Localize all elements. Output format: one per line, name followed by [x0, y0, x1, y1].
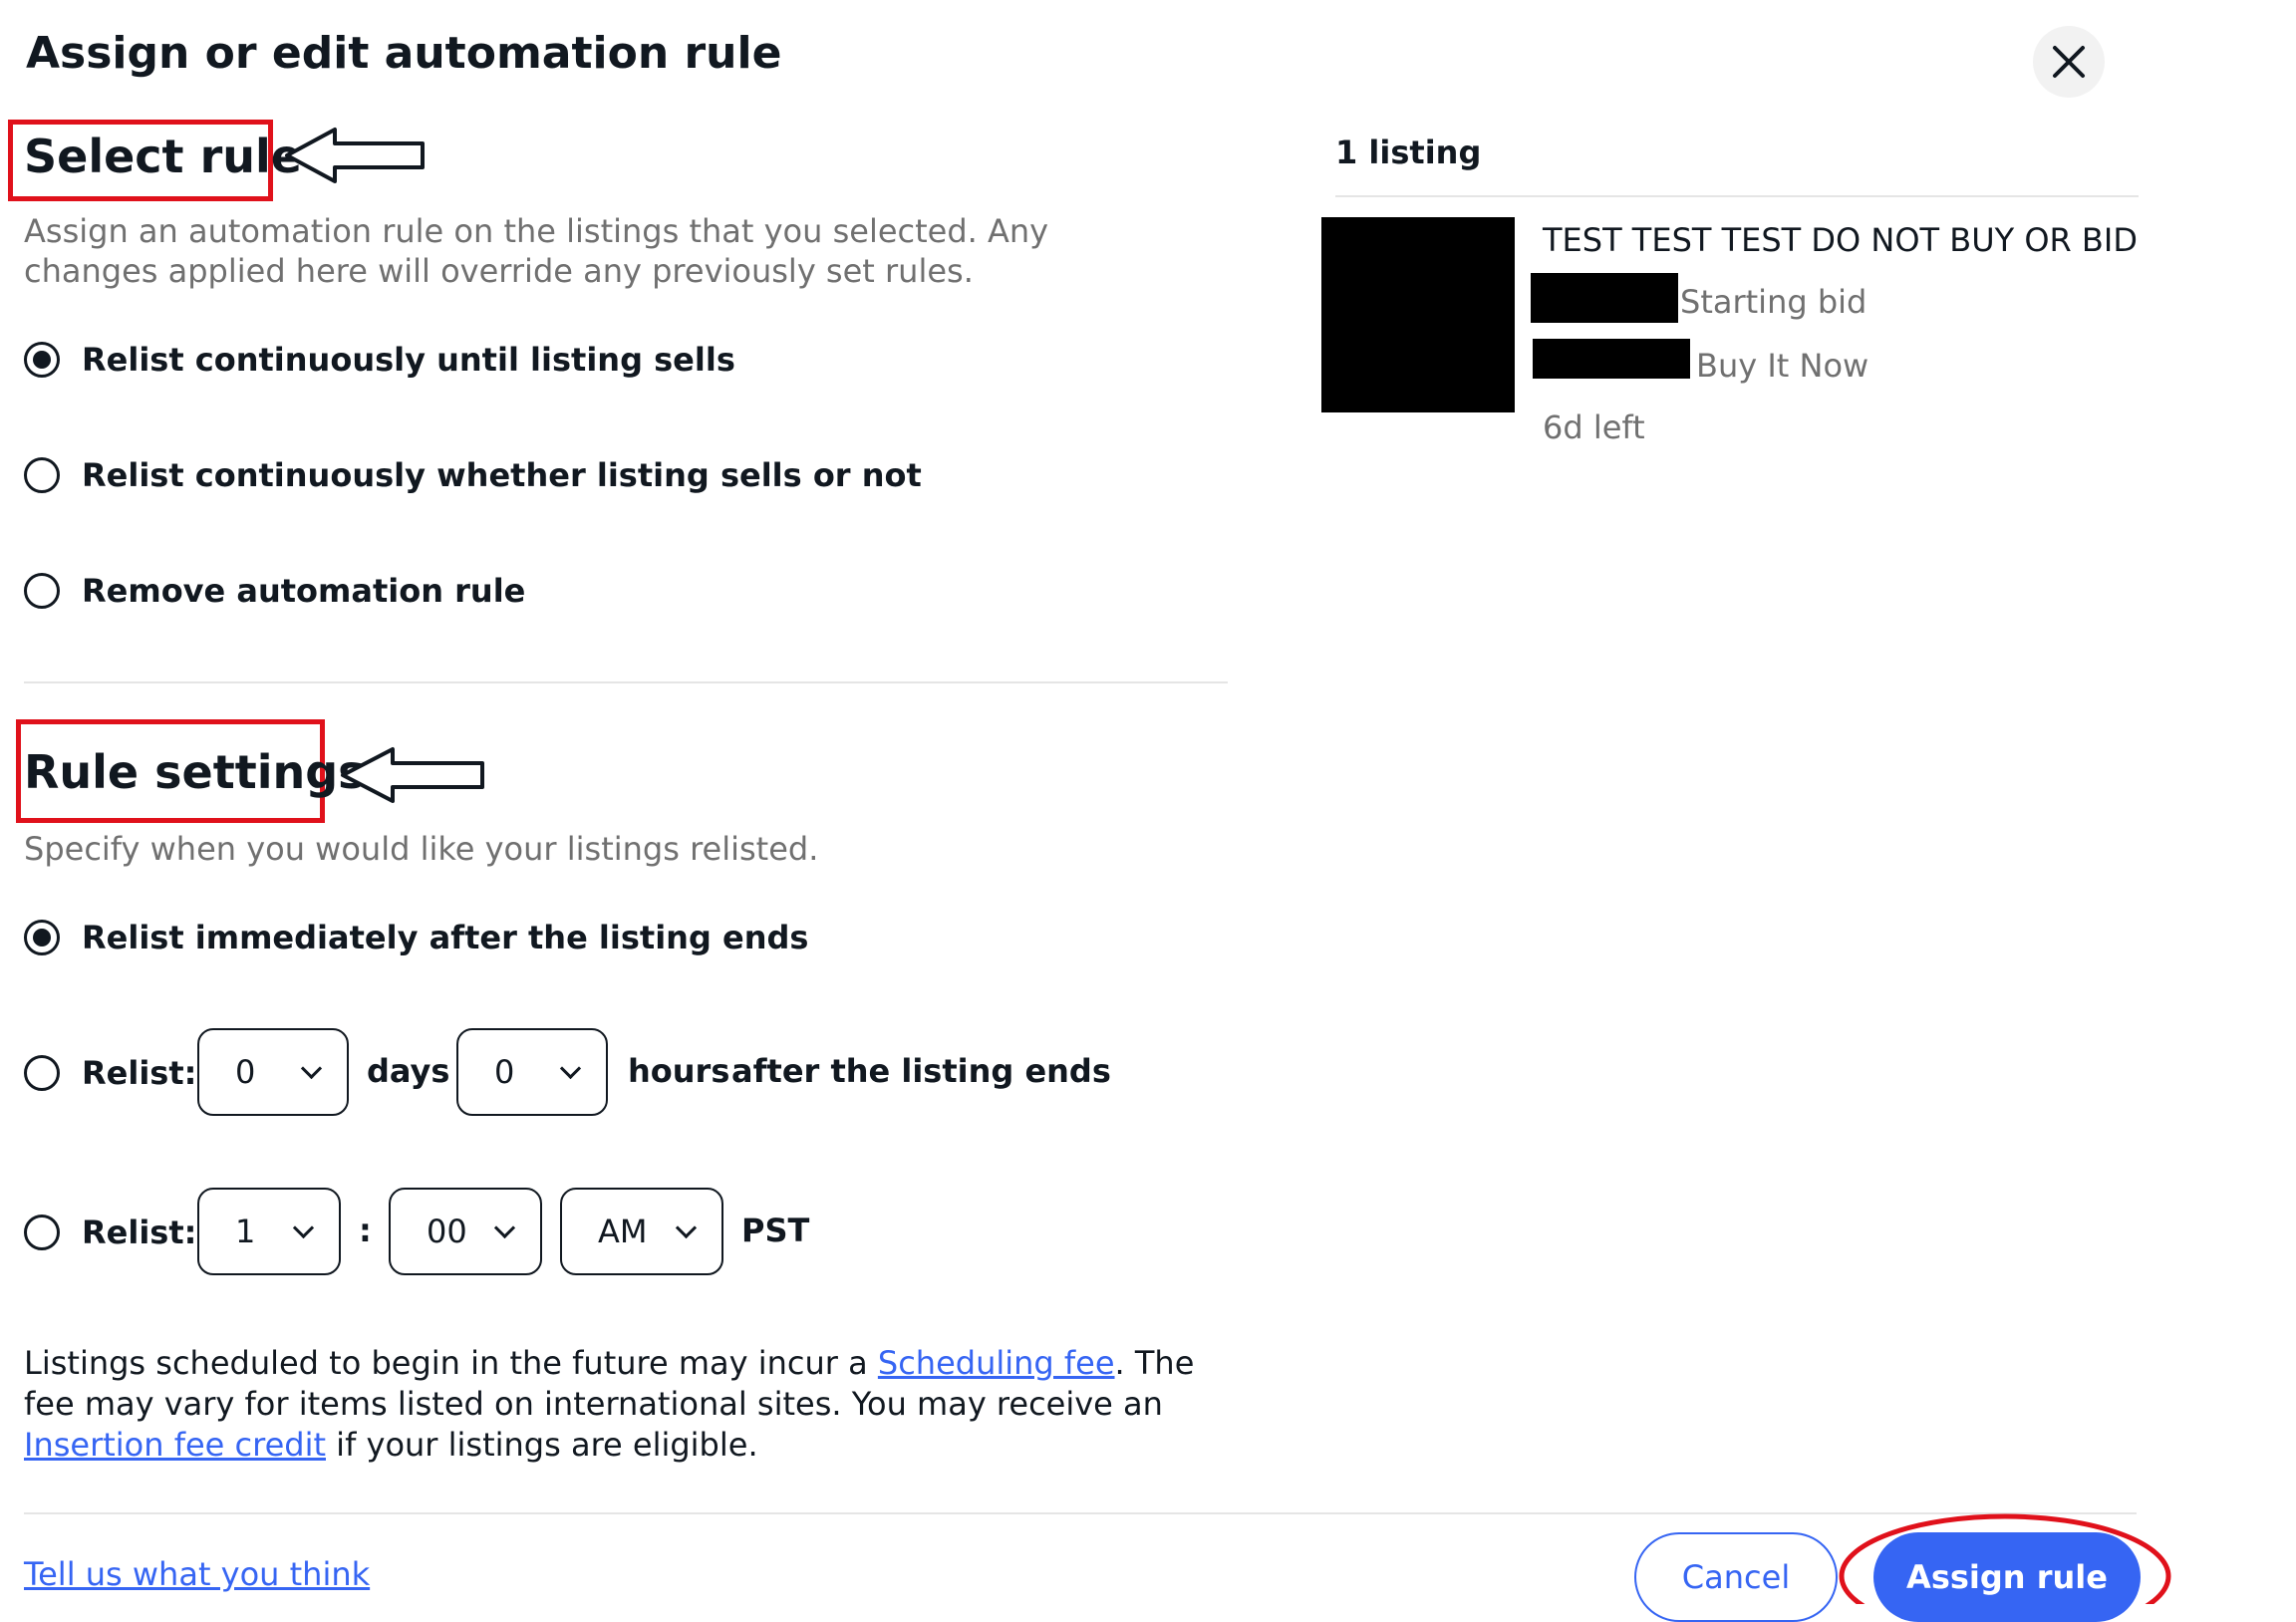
section-divider	[24, 681, 1228, 683]
relist-label: Relist:	[82, 1214, 197, 1251]
annotation-arrow-icon	[285, 128, 425, 183]
annotation-arrow-icon	[341, 747, 484, 803]
minute-select[interactable]: 00	[389, 1188, 542, 1275]
relist-label: Relist:	[82, 1054, 197, 1092]
dialog-title: Assign or edit automation rule	[26, 28, 782, 79]
radio-button[interactable]	[24, 573, 60, 609]
starting-bid-price-redacted	[1531, 273, 1678, 323]
scheduling-fee-link[interactable]: Scheduling fee	[878, 1344, 1115, 1382]
annotation-ellipse-icon	[1839, 1513, 2171, 1604]
days-select-value: 0	[235, 1053, 256, 1091]
time-separator: :	[359, 1212, 372, 1249]
hours-select-value: 0	[494, 1053, 515, 1091]
hours-label: hours	[628, 1052, 730, 1090]
ampm-select[interactable]: AM	[560, 1188, 723, 1275]
rule-settings-description: Specify when you would like your listing…	[24, 830, 819, 868]
close-button[interactable]	[2033, 26, 2105, 98]
chevron-down-icon	[675, 1216, 698, 1238]
select-rule-heading: Select rule	[24, 130, 302, 183]
hour-select-value: 1	[235, 1213, 256, 1250]
rule-option-remove[interactable]: Remove automation rule	[24, 572, 525, 610]
select-rule-description: Assign an automation rule on the listing…	[24, 212, 1049, 290]
radio-button[interactable]	[24, 1055, 60, 1091]
rule-option-relist-whether-sells[interactable]: Relist continuously whether listing sell…	[24, 456, 922, 494]
setting-option-relist-time[interactable]: Relist:	[24, 1214, 196, 1251]
fee-note-text: if your listings are eligible.	[326, 1426, 758, 1464]
listing-title[interactable]: TEST TEST TEST DO NOT BUY OR BID	[1543, 221, 2138, 259]
after-listing-ends-label: after the listing ends	[731, 1052, 1111, 1090]
days-label: days	[367, 1052, 450, 1090]
time-left: 6d left	[1543, 408, 1645, 446]
fee-note: Listings scheduled to begin in the futur…	[24, 1343, 1230, 1466]
chevron-down-icon	[559, 1057, 582, 1079]
ampm-select-value: AM	[598, 1213, 648, 1250]
rule-settings-heading: Rule settings	[24, 745, 366, 799]
footer-divider	[24, 1512, 2137, 1514]
hour-select[interactable]: 1	[197, 1188, 341, 1275]
radio-button[interactable]	[24, 457, 60, 493]
timezone-label: PST	[741, 1212, 810, 1249]
listing-thumbnail-redacted	[1321, 217, 1515, 412]
radio-button[interactable]	[24, 920, 60, 955]
setting-option-label: Relist immediately after the listing end…	[82, 919, 809, 956]
setting-option-relist-delay[interactable]: Relist:	[24, 1054, 196, 1092]
rule-option-label: Relist continuously until listing sells	[82, 341, 735, 379]
cancel-button[interactable]: Cancel	[1634, 1532, 1838, 1622]
buy-it-now-price-redacted	[1533, 339, 1690, 379]
chevron-down-icon	[292, 1216, 315, 1238]
insertion-fee-credit-link[interactable]: Insertion fee credit	[24, 1426, 326, 1464]
chevron-down-icon	[300, 1057, 323, 1079]
fee-note-text: Listings scheduled to begin in the futur…	[24, 1344, 878, 1382]
hours-select[interactable]: 0	[456, 1028, 608, 1116]
rule-option-label: Remove automation rule	[82, 572, 526, 610]
minute-select-value: 00	[427, 1213, 467, 1250]
listing-count: 1 listing	[1335, 134, 1482, 171]
setting-option-relist-immediately[interactable]: Relist immediately after the listing end…	[24, 919, 808, 956]
radio-button[interactable]	[24, 1215, 60, 1250]
radio-button[interactable]	[24, 342, 60, 378]
chevron-down-icon	[493, 1216, 516, 1238]
rule-option-relist-until-sells[interactable]: Relist continuously until listing sells	[24, 341, 735, 379]
close-icon	[2053, 46, 2085, 78]
rule-option-label: Relist continuously whether listing sell…	[82, 456, 922, 494]
feedback-link[interactable]: Tell us what you think	[24, 1554, 370, 1595]
buy-it-now-label: Buy It Now	[1696, 347, 1869, 385]
listing-divider	[1335, 195, 2139, 197]
starting-bid-label: Starting bid	[1680, 283, 1867, 321]
days-select[interactable]: 0	[197, 1028, 349, 1116]
